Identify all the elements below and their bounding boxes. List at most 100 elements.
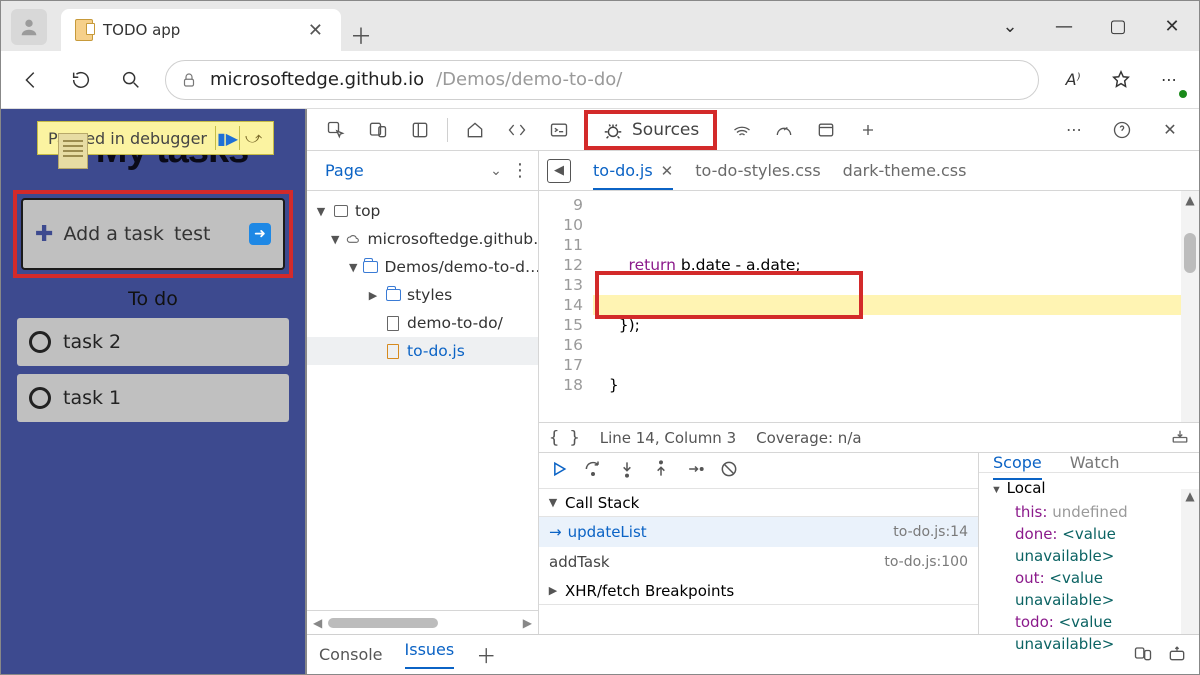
scope-vscroll[interactable]: ▲ [1181,489,1199,634]
tree-file-js[interactable]: to-do.js [407,342,465,360]
callstack-header[interactable]: Call Stack [539,489,978,517]
editor-tab-todo-js[interactable]: to-do.js✕ [593,161,673,190]
gutter: 9101112131415161718 [539,191,593,422]
submit-task-icon[interactable]: ➜ [249,223,271,245]
inspect-icon[interactable] [317,112,355,148]
watch-tab[interactable]: Watch [1070,453,1120,472]
close-devtools-icon[interactable]: ✕ [1151,112,1189,148]
window-restore-icon[interactable]: ▢ [1091,6,1145,46]
read-aloud-icon[interactable]: A⁾ [1057,64,1089,96]
drawer-tab-issues[interactable]: Issues [405,640,455,669]
dock-icon[interactable] [401,112,439,148]
sources-label: Sources [632,120,699,140]
elements-icon[interactable] [498,112,536,148]
new-tab-button[interactable]: ＋ [341,19,381,51]
resume-button[interactable] [549,459,569,483]
deactivate-bp-button[interactable] [719,459,739,483]
navigator-tab-page[interactable]: Page [315,155,374,186]
drawer-add-icon[interactable]: ＋ [476,640,496,669]
editor-tab-dark[interactable]: dark-theme.css [843,161,967,180]
rendered-page: Paused in debugger ▮▶ ⤻ My tasks ✚ Add a… [1,109,307,674]
sources-tab[interactable]: Sources [584,110,717,150]
drawer-tab-console[interactable]: Console [319,645,383,664]
menu-icon[interactable]: ⋯ [1153,64,1185,96]
help-icon[interactable] [1103,112,1141,148]
tree-folder-demos[interactable]: Demos/demo-to-d… [384,258,538,276]
welcome-icon[interactable] [456,112,494,148]
profile-button[interactable] [11,9,47,45]
debugger-controls [539,453,978,489]
url-field[interactable]: microsoftedge.github.io/Demos/demo-to-do… [165,60,1039,100]
titlebar: TODO app ✕ ＋ ⌄ — ▢ ✕ [1,1,1199,51]
tab-title: TODO app [103,21,294,39]
task-radio-icon[interactable] [29,387,51,409]
sources-navigator: Page ⌄ ⋮ top microsoftedge.github… Demos… [307,151,539,634]
bug-icon [602,119,624,141]
task-label: task 1 [63,387,121,409]
editor-vscroll[interactable]: ▲ [1181,191,1199,422]
url-host: microsoftedge.github.io [210,69,424,90]
code-editor[interactable]: 9101112131415161718 return b.date - a.da… [539,191,1199,422]
chevron-down-icon[interactable]: ⌄ [983,6,1037,46]
task-item[interactable]: task 1 [17,374,289,422]
step-over-icon[interactable]: ⤻ [239,126,267,150]
tab-close-icon[interactable]: ✕ [304,16,327,45]
tree-top[interactable]: top [355,202,380,220]
cursor-position: Line 14, Column 3 [600,429,736,447]
task-item[interactable]: task 2 [17,318,289,366]
lock-icon [180,71,198,89]
coverage-status: Coverage: n/a [756,429,861,447]
add-task-card[interactable]: ✚ Add a task test ➜ [21,198,285,270]
favorite-icon[interactable] [1105,64,1137,96]
tree-file-html[interactable]: demo-to-do/ [407,314,503,332]
navigator-hscroll[interactable]: ◀▶ [307,610,538,634]
search-button[interactable] [115,64,147,96]
code-body: return b.date - a.date; }); } const upda… [593,191,1199,422]
network-icon[interactable] [723,112,761,148]
task-label: task 2 [63,331,121,353]
address-bar: microsoftedge.github.io/Demos/demo-to-do… [1,51,1199,109]
editor-tab-styles[interactable]: to-do-styles.css [695,161,820,180]
devtools: Sources ⋯ ✕ Page ⌄ ⋮ [307,109,1199,674]
scope-body[interactable]: Local this: undefined done: <value unava… [979,473,1199,659]
navigator-more-icon[interactable]: ⋮ [510,160,530,181]
window-minimize-icon[interactable]: — [1037,6,1091,46]
step-over-button[interactable] [583,459,603,483]
stack-frame[interactable]: addTaskto-do.js:100 [539,547,978,577]
navigator-overflow-icon[interactable]: ⌄ [482,163,510,179]
refresh-button[interactable] [65,64,97,96]
device-toggle-icon[interactable] [359,112,397,148]
window-close-icon[interactable]: ✕ [1145,6,1199,46]
back-button[interactable] [15,64,47,96]
step-out-button[interactable] [651,459,671,483]
devtools-toolbar: Sources ⋯ ✕ [307,109,1199,151]
url-path: /Demos/demo-to-do/ [436,69,622,90]
performance-icon[interactable] [765,112,803,148]
resume-icon[interactable]: ▮▶ [215,126,239,150]
xhr-bp-header[interactable]: XHR/fetch Breakpoints [539,577,978,605]
tree-folder-styles[interactable]: styles [407,286,452,304]
task-radio-icon[interactable] [29,331,51,353]
plus-icon: ✚ [35,222,53,247]
more-tabs-icon[interactable] [849,112,887,148]
download-icon[interactable] [1171,428,1189,448]
add-task-input-value[interactable]: test [174,223,239,245]
stack-frame[interactable]: →updateListto-do.js:14 [539,517,978,547]
application-icon[interactable] [807,112,845,148]
browser-tab[interactable]: TODO app ✕ [61,9,341,51]
file-tree[interactable]: top microsoftedge.github… Demos/demo-to-… [307,191,538,610]
add-task-label: Add a task [63,223,164,245]
pretty-print-icon[interactable]: { } [549,428,580,448]
section-todo-label: To do [1,288,305,310]
step-into-button[interactable] [617,459,637,483]
close-tab-icon[interactable]: ✕ [661,162,674,180]
editor-tabs: ◀ to-do.js✕ to-do-styles.css dark-theme.… [539,151,1199,191]
show-navigator-icon[interactable]: ◀ [547,159,571,183]
tree-origin[interactable]: microsoftedge.github… [367,230,538,248]
highlight-add-task: ✚ Add a task test ➜ [13,190,293,278]
more-tools-icon[interactable]: ⋯ [1055,112,1093,148]
step-button[interactable] [685,459,705,483]
tab-favicon [75,19,93,41]
debugger-left-pane: Call Stack →updateListto-do.js:14 addTas… [539,453,979,634]
console-icon[interactable] [540,112,578,148]
